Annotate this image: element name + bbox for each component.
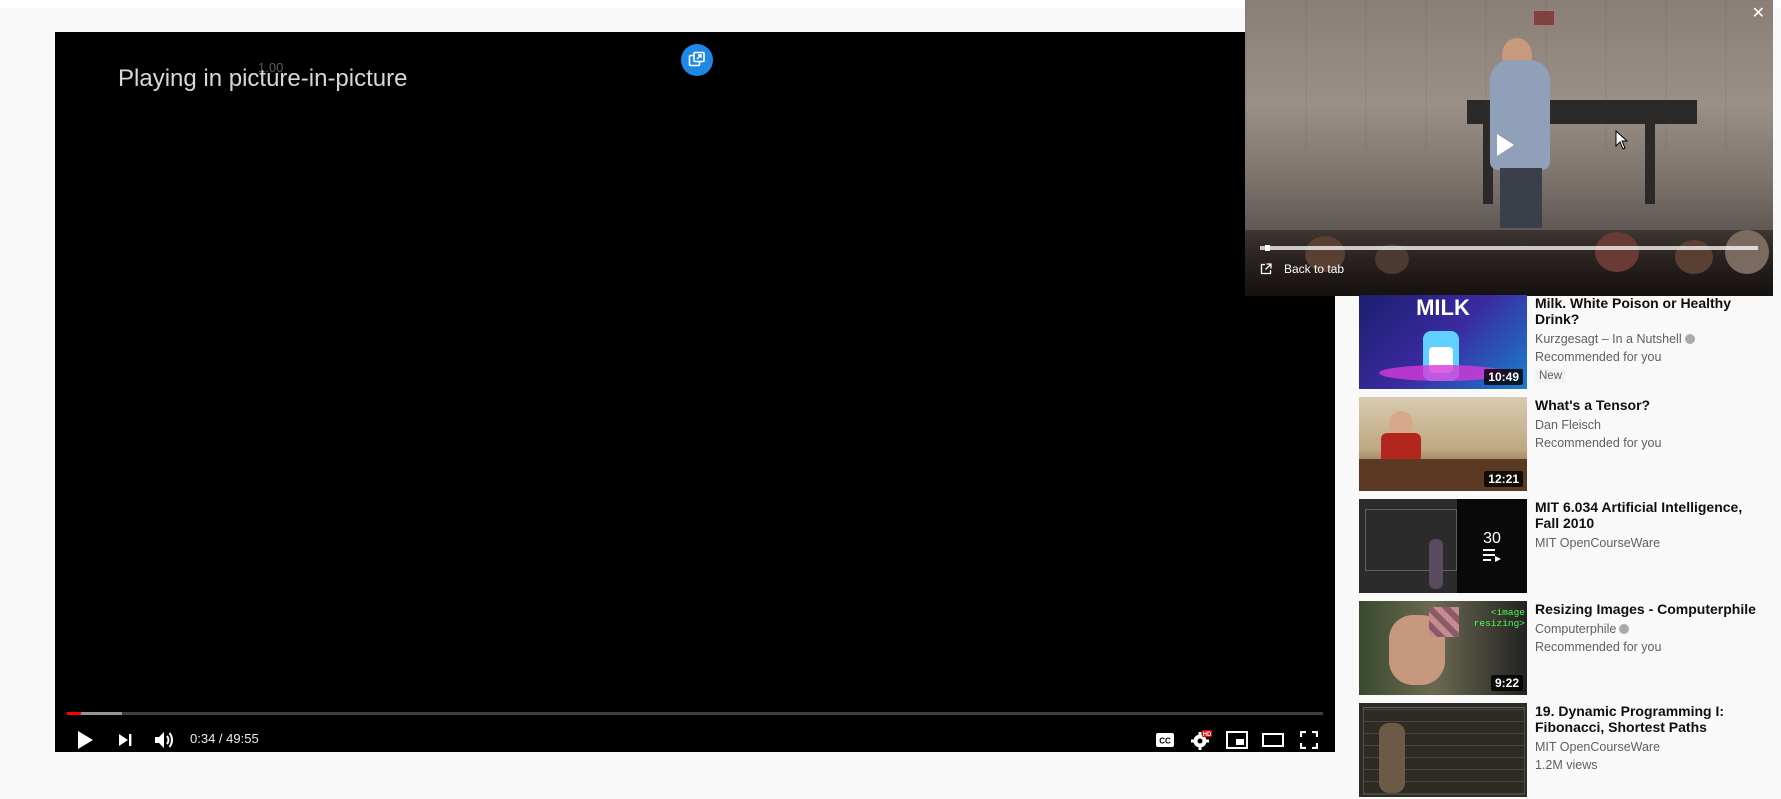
video-thumbnail[interactable]: <image resizing> 9:22 bbox=[1359, 601, 1527, 695]
video-title[interactable]: What's a Tensor? bbox=[1535, 397, 1759, 413]
verified-check-icon bbox=[1619, 624, 1630, 634]
mouse-cursor-icon bbox=[1615, 129, 1629, 155]
pip-play-button[interactable] bbox=[1495, 133, 1515, 162]
video-thumbnail[interactable]: MILK 10:49 bbox=[1359, 295, 1527, 389]
verified-check-icon bbox=[1684, 334, 1695, 344]
playlist-count: 30 bbox=[1483, 530, 1501, 547]
recommendation-item[interactable]: 30 MIT 6.034 Artificial Intelligence, Fa… bbox=[1359, 499, 1759, 595]
pixelated-patch bbox=[1429, 607, 1459, 637]
video-thumbnail[interactable]: 12:21 bbox=[1359, 397, 1527, 491]
external-link-icon bbox=[1260, 263, 1272, 275]
miniplayer-icon bbox=[1226, 731, 1248, 749]
video-player[interactable]: Playing in picture-in-picture 1.00 0:34 … bbox=[55, 32, 1335, 752]
video-thumbnail[interactable] bbox=[1359, 703, 1527, 797]
audience-head bbox=[1595, 232, 1639, 272]
lecturer-figure bbox=[1429, 539, 1443, 589]
lecturer-figure bbox=[1379, 723, 1405, 793]
settings-button[interactable]: HD bbox=[1183, 722, 1219, 752]
pip-window[interactable]: ✕ Back to tab bbox=[1245, 0, 1773, 296]
video-duration: 10:49 bbox=[1484, 369, 1523, 385]
played-bar bbox=[67, 712, 82, 715]
playlist-overlay: 30 bbox=[1457, 499, 1527, 593]
pip-progress-bar[interactable] bbox=[1260, 245, 1758, 251]
svg-text:CC: CC bbox=[1159, 737, 1171, 746]
recommendation-item[interactable]: MILK 10:49 Milk. White Poison or Healthy… bbox=[1359, 295, 1759, 391]
playlist-icon bbox=[1483, 549, 1501, 562]
theater-icon bbox=[1262, 733, 1284, 747]
back-to-tab-button[interactable]: Back to tab bbox=[1260, 262, 1344, 276]
video-title[interactable]: 19. Dynamic Programming I: Fibonacci, Sh… bbox=[1535, 703, 1759, 735]
next-button[interactable] bbox=[109, 722, 141, 752]
volume-icon bbox=[155, 732, 173, 748]
channel-row[interactable]: Computerphile bbox=[1535, 620, 1759, 638]
recommendation-item[interactable]: 12:21 What's a Tensor? Dan Fleisch Recom… bbox=[1359, 397, 1759, 493]
playlist-title[interactable]: MIT 6.034 Artificial Intelligence, Fall … bbox=[1535, 499, 1759, 531]
seek-bar[interactable] bbox=[67, 712, 1323, 715]
video-duration: 12:21 bbox=[1484, 471, 1523, 487]
next-icon bbox=[119, 734, 132, 746]
play-icon bbox=[78, 731, 93, 749]
channel-name[interactable]: Computerphile bbox=[1535, 622, 1616, 636]
video-title[interactable]: Milk. White Poison or Healthy Drink? bbox=[1535, 295, 1759, 327]
video-duration: 9:22 bbox=[1490, 675, 1523, 691]
speed-indicator: 1.00 bbox=[258, 60, 284, 75]
cc-icon: CC bbox=[1156, 733, 1174, 747]
pip-indicator-icon bbox=[681, 44, 713, 76]
pip-close-button[interactable]: ✕ bbox=[1752, 6, 1765, 22]
pip-progress-handle[interactable] bbox=[1264, 245, 1270, 251]
thumbnail-text: <image resizing> bbox=[1473, 607, 1525, 629]
video-meta: Recommended for you bbox=[1535, 350, 1662, 364]
back-to-tab-label: Back to tab bbox=[1284, 262, 1345, 276]
lecturer-legs bbox=[1500, 168, 1542, 228]
view-count: 1.2M views bbox=[1535, 758, 1598, 772]
play-button[interactable] bbox=[67, 722, 103, 752]
fullscreen-icon bbox=[1300, 731, 1318, 749]
channel-name[interactable]: Dan Fleisch bbox=[1535, 416, 1759, 434]
captions-button[interactable]: CC bbox=[1147, 722, 1183, 752]
bench-leg bbox=[1645, 124, 1655, 204]
time-display: 0:34 / 49:55 bbox=[190, 731, 259, 746]
video-title[interactable]: Resizing Images - Computerphile bbox=[1535, 601, 1759, 617]
video-meta: Recommended for you bbox=[1535, 436, 1662, 450]
fullscreen-button[interactable] bbox=[1291, 722, 1327, 752]
video-meta: Recommended for you bbox=[1535, 640, 1662, 654]
recommendation-item[interactable]: <image resizing> 9:22 Resizing Images - … bbox=[1359, 601, 1759, 697]
playlist-thumbnail[interactable]: 30 bbox=[1359, 499, 1527, 593]
chalkboard-diagram bbox=[1365, 509, 1457, 571]
gear-icon: HD bbox=[1191, 730, 1212, 750]
miniplayer-button[interactable] bbox=[1219, 722, 1255, 752]
thumbnail-text: MILK bbox=[1416, 295, 1470, 320]
channel-name[interactable]: MIT OpenCourseWare bbox=[1535, 534, 1759, 552]
channel-name[interactable]: Kurzgesagt – In a Nutshell bbox=[1535, 332, 1682, 346]
recommendation-item[interactable]: 19. Dynamic Programming I: Fibonacci, Sh… bbox=[1359, 703, 1759, 799]
audience-head bbox=[1725, 230, 1769, 274]
volume-button[interactable] bbox=[147, 722, 181, 752]
hd-badge: HD bbox=[1203, 732, 1212, 738]
play-icon bbox=[1497, 134, 1514, 156]
new-badge: New bbox=[1535, 369, 1567, 383]
channel-name[interactable]: MIT OpenCourseWare bbox=[1535, 738, 1759, 756]
wall-camera bbox=[1533, 10, 1555, 26]
channel-row[interactable]: Kurzgesagt – In a Nutshell bbox=[1535, 330, 1759, 348]
theater-mode-button[interactable] bbox=[1255, 722, 1291, 752]
